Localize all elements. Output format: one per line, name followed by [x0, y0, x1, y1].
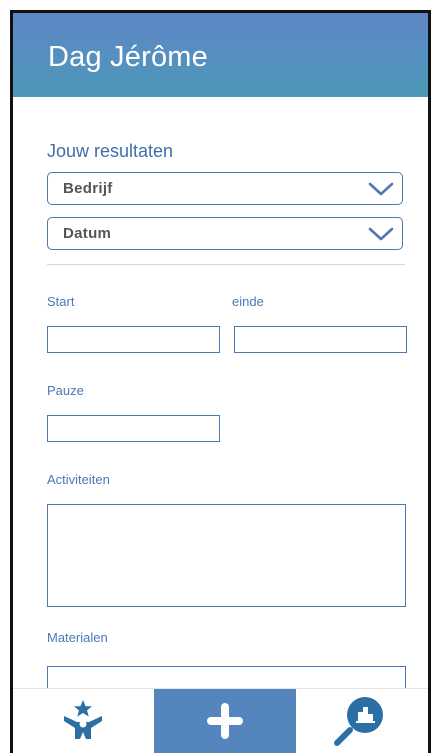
app-header: Dag Jérôme	[13, 13, 428, 97]
achievements-icon	[64, 700, 102, 739]
end-label: einde	[232, 294, 264, 309]
results-heading: Jouw resultaten	[47, 141, 174, 161]
pause-label: Pauze	[47, 383, 84, 398]
pause-input[interactable]	[47, 415, 220, 442]
bottom-navigation	[13, 688, 428, 753]
chevron-down-icon	[368, 182, 394, 196]
date-select-label: Datum	[63, 225, 112, 242]
start-time-input[interactable]	[47, 326, 220, 353]
plus-icon	[207, 703, 243, 739]
divider	[47, 264, 405, 265]
company-select-label: Bedrijf	[63, 180, 113, 197]
nav-add[interactable]	[154, 689, 296, 753]
chevron-down-icon	[368, 227, 394, 241]
activities-textarea[interactable]	[47, 504, 406, 607]
main-content: Jouw resultaten Bedrijf Datum Start eind…	[13, 97, 428, 689]
search-chart-icon	[334, 697, 383, 746]
materials-textarea[interactable]	[47, 666, 406, 689]
activities-label: Activiteiten	[47, 472, 110, 487]
company-select[interactable]: Bedrijf	[47, 172, 403, 205]
phone-frame: Dag Jérôme Jouw resultaten Bedrijf Datum…	[10, 10, 431, 753]
date-select[interactable]: Datum	[47, 217, 403, 250]
nav-search-results[interactable]	[296, 689, 428, 753]
nav-achievements[interactable]	[13, 689, 154, 753]
page-title: Dag Jérôme	[48, 41, 208, 73]
materials-label: Materialen	[47, 630, 108, 645]
end-time-input[interactable]	[234, 326, 407, 353]
start-label: Start	[47, 294, 75, 309]
